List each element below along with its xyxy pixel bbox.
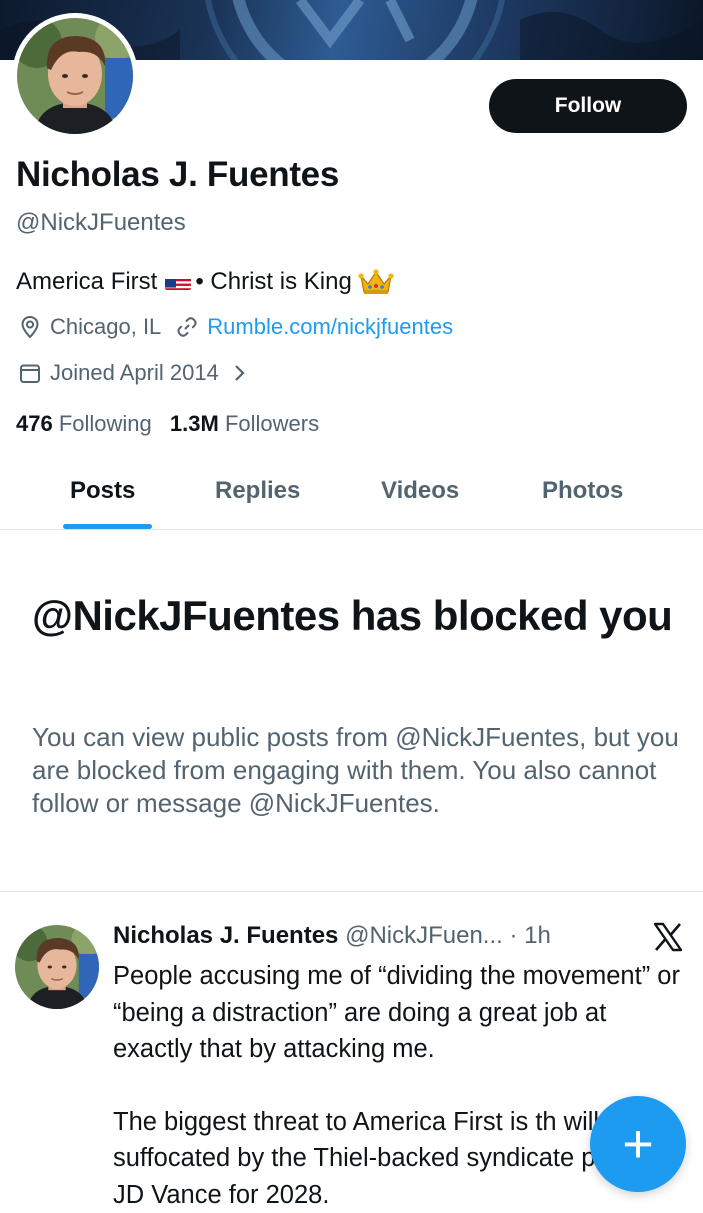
calendar-icon	[18, 361, 42, 385]
profile-avatar[interactable]	[12, 13, 138, 139]
x-logo-icon	[652, 921, 684, 953]
compose-button[interactable]: +	[590, 1096, 686, 1192]
avatar-image	[17, 18, 133, 134]
profile-joined-row[interactable]: Joined April 2014	[18, 360, 251, 386]
profile-location: Chicago, IL	[50, 314, 161, 340]
link-icon	[175, 315, 199, 339]
profile-handle: @NickJFuentes	[16, 209, 186, 237]
chevron-right-icon	[227, 361, 251, 385]
crown-icon	[358, 268, 394, 296]
followers-label: Followers	[225, 411, 319, 436]
post-divider	[0, 891, 703, 892]
post-author-name[interactable]: Nicholas J. Fuentes	[113, 922, 338, 949]
following-count: 476	[16, 411, 53, 436]
bio-text-2: • Christ is King	[195, 268, 351, 296]
profile-meta-row-1: Chicago, IL Rumble.com/nickjfuentes	[18, 314, 453, 340]
post-meta: @NickJFuen... · 1h	[345, 922, 551, 949]
followers-count: 1.3M	[170, 411, 219, 436]
us-flag-icon	[165, 274, 191, 290]
blocked-title: @NickJFuentes has blocked you	[32, 588, 682, 643]
post-header: Nicholas J. Fuentes @NickJFuen... · 1h	[113, 922, 551, 950]
post-author-avatar[interactable]	[15, 925, 99, 1009]
following-label: Following	[59, 411, 152, 436]
tabs-divider	[0, 529, 703, 530]
profile-name: Nicholas J. Fuentes	[16, 155, 339, 195]
post-avatar-image	[15, 925, 99, 1009]
profile-joined: Joined April 2014	[50, 360, 219, 386]
following-link[interactable]: 476 Following	[16, 411, 152, 436]
profile-bio: America First • Christ is King	[16, 268, 394, 296]
followers-link[interactable]: 1.3M Followers	[170, 411, 319, 436]
profile-website-link[interactable]: Rumble.com/nickjfuentes	[207, 314, 453, 340]
tab-posts[interactable]: Posts	[70, 477, 135, 505]
blocked-description: You can view public posts from @NickJFue…	[32, 721, 682, 820]
location-pin-icon	[18, 315, 42, 339]
tab-photos[interactable]: Photos	[542, 477, 623, 505]
tab-videos[interactable]: Videos	[381, 477, 459, 505]
tab-replies[interactable]: Replies	[215, 477, 300, 505]
post-paragraph-1: People accusing me of “dividing the move…	[113, 958, 688, 1068]
bio-text-1: America First	[16, 268, 157, 296]
compose-plus-icon: +	[622, 1117, 654, 1171]
follow-button[interactable]: Follow	[489, 79, 687, 133]
profile-counts: 476 Following 1.3M Followers	[16, 411, 319, 437]
